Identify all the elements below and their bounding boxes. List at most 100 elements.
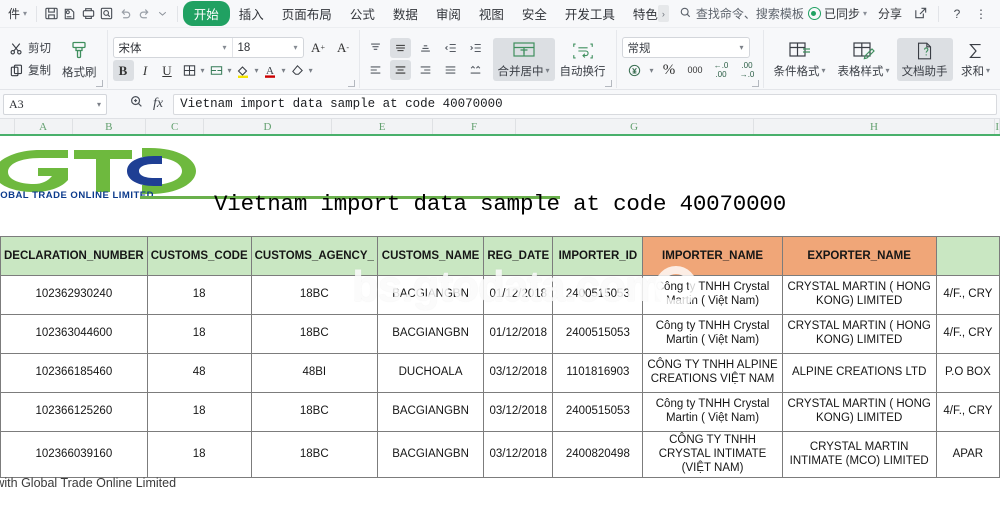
header-declaration-number[interactable]: DECLARATION_NUMBER (0, 236, 148, 276)
header-importer-id[interactable]: IMPORTER_ID (552, 236, 644, 276)
cell-customs-name[interactable]: DUCHOALA (376, 353, 485, 393)
align-right-button[interactable] (415, 60, 436, 80)
cell-importer-id[interactable]: 2400820498 (552, 430, 644, 479)
table-style-button[interactable]: 表格样式 ▾ (833, 38, 895, 81)
print-icon[interactable] (79, 3, 98, 25)
column-header-c[interactable]: C (146, 119, 205, 134)
sync-status-button[interactable]: 已同步 ▾ (804, 5, 871, 22)
font-family-input[interactable]: 宋体 (114, 40, 218, 56)
cell-declaration-number[interactable]: 102366185460 (0, 353, 148, 393)
header-exporter-name[interactable]: EXPORTER_NAME (781, 236, 937, 276)
cell-importer-name[interactable]: Công ty TNHH Crystal Martin ( Việt Nam) (642, 275, 783, 315)
header-customs-agency[interactable]: CUSTOMS_AGENCY_ (250, 236, 378, 276)
wrap-text-button[interactable]: 自动换行 (555, 38, 611, 81)
cell-reg-date[interactable]: 03/12/2018 (483, 392, 554, 432)
cell-exporter-name[interactable]: CRYSTAL MARTIN ( HONG KONG) LIMITED (781, 392, 937, 432)
overflow-menu-icon[interactable]: ⋮ (970, 3, 992, 25)
cell-importer-name[interactable]: CÔNG TY TNHH CRYSTAL INTIMATE (VIỆT NAM) (642, 430, 783, 479)
table-row[interactable]: 102366185460 48 48BI DUCHOALA 03/12/2018… (0, 353, 1000, 393)
conditional-format-button[interactable]: 条件格式 ▾ (769, 38, 831, 81)
table-row[interactable]: 102363044600 18 18BC BACGIANGBN 01/12/20… (0, 314, 1000, 354)
cell-declaration-number[interactable]: 102366039160 (0, 430, 148, 479)
italic-button[interactable]: I (135, 60, 156, 81)
tab-review[interactable]: 审阅 (427, 1, 470, 26)
chevron-down-icon[interactable]: ▾ (650, 66, 654, 75)
autosum-button[interactable]: 求和 ▾ (955, 38, 997, 81)
cell-importer-id[interactable]: 2400515053 (552, 392, 644, 432)
table-row[interactable]: 102362930240 18 18BC BACGIANGBN 01/12/20… (0, 275, 1000, 315)
cell-address[interactable]: P.O BOX (935, 353, 1000, 393)
font-dialog-launcher[interactable] (347, 80, 355, 87)
clear-format-button[interactable] (287, 60, 308, 81)
cell-customs-name[interactable]: BACGIANGBN (376, 430, 485, 479)
help-icon[interactable]: ? (946, 3, 968, 25)
tab-insert[interactable]: 插入 (230, 1, 273, 26)
header-importer-name[interactable]: IMPORTER_NAME (642, 236, 783, 276)
cell-address[interactable]: 4/F., CRY (935, 275, 1000, 315)
cell-exporter-name[interactable]: CRYSTAL MARTIN INTIMATE (MCO) LIMITED (781, 430, 937, 479)
cell-reg-date[interactable]: 01/12/2018 (483, 275, 554, 315)
comma-format-button[interactable]: 000 (685, 60, 706, 81)
format-painter-button[interactable]: 格式刷 (57, 37, 102, 82)
chevron-down-icon[interactable]: ▾ (218, 43, 232, 52)
cell-address[interactable]: APAR (935, 430, 1000, 479)
increase-decimal-button[interactable]: ←.0.00 (711, 60, 732, 81)
cell-declaration-number[interactable]: 102366125260 (0, 392, 148, 432)
cell-exporter-name[interactable]: CRYSTAL MARTIN ( HONG KONG) LIMITED (781, 314, 937, 354)
cell-importer-name[interactable]: Công ty TNHH Crystal Martin ( Việt Nam) (642, 314, 783, 354)
chevron-down-icon[interactable]: ▾ (289, 43, 303, 52)
tab-featured[interactable]: 特色 (624, 1, 660, 26)
cell-customs-agency[interactable]: 18BC (250, 392, 378, 432)
cell-declaration-number[interactable]: 102363044600 (0, 314, 148, 354)
column-header-h[interactable]: H (754, 119, 996, 134)
number-format-select[interactable]: 常规 ▾ (621, 37, 750, 58)
column-header-a[interactable]: A (15, 119, 73, 134)
align-bottom-button[interactable] (415, 38, 436, 58)
header-customs-name[interactable]: CUSTOMS_NAME (376, 236, 485, 276)
column-header-i[interactable]: I (995, 119, 1000, 134)
align-top-button[interactable] (365, 38, 386, 58)
print-preview-icon[interactable] (60, 3, 79, 25)
increase-indent-button[interactable] (465, 38, 486, 58)
text-direction-button[interactable] (465, 60, 486, 80)
cell-customs-agency[interactable]: 18BC (250, 430, 378, 479)
cell-customs-code[interactable]: 48 (146, 353, 252, 393)
name-box[interactable]: A3 ▾ (3, 93, 107, 115)
cell-customs-agency[interactable]: 18BC (250, 314, 378, 354)
align-middle-button[interactable] (389, 38, 411, 58)
cell-reg-date[interactable]: 03/12/2018 (483, 353, 554, 393)
chevron-down-icon[interactable]: ▾ (309, 66, 313, 75)
cell-customs-code[interactable]: 18 (146, 430, 252, 479)
chevron-down-icon[interactable]: ▾ (228, 66, 232, 75)
tab-overflow-button[interactable]: › (657, 5, 669, 22)
column-header-d[interactable]: D (204, 119, 332, 134)
magnifier-icon[interactable] (129, 94, 144, 114)
header-customs-code[interactable]: CUSTOMS_CODE (146, 236, 252, 276)
redo-icon[interactable] (135, 3, 154, 25)
cell-reg-date[interactable]: 01/12/2018 (483, 314, 554, 354)
tab-data[interactable]: 数据 (384, 1, 427, 26)
undo-icon[interactable] (116, 3, 135, 25)
cell-customs-code[interactable]: 18 (146, 275, 252, 315)
chevron-down-icon[interactable]: ▾ (255, 66, 259, 75)
cell-importer-name[interactable]: CÔNG TY TNHH ALPINE CREATIONS VIỆT NAM (642, 353, 783, 393)
table-row[interactable]: 102366039160 18 18BC BACGIANGBN 03/12/20… (0, 430, 1000, 479)
cell-importer-id[interactable]: 1101816903 (552, 353, 644, 393)
underline-button[interactable]: U (157, 60, 178, 81)
column-header-b[interactable]: B (73, 119, 147, 134)
tab-view[interactable]: 视图 (470, 1, 513, 26)
cell-importer-name[interactable]: Công ty TNHH Crystal Martin ( Việt Nam) (642, 392, 783, 432)
header-reg-date[interactable]: REG_DATE (483, 236, 554, 276)
number-dialog-launcher[interactable] (751, 80, 759, 87)
cell-reg-date[interactable]: 03/12/2018 (483, 430, 554, 479)
cell-declaration-number[interactable]: 102362930240 (0, 275, 148, 315)
cut-button[interactable]: 剪切 (5, 38, 55, 58)
collaborate-icon[interactable] (909, 3, 931, 25)
font-color-button[interactable]: A (260, 60, 281, 81)
cell-customs-name[interactable]: BACGIANGBN (376, 275, 485, 315)
decrease-font-size-button[interactable]: A- (333, 37, 354, 58)
align-center-button[interactable] (389, 60, 411, 80)
cell-exporter-name[interactable]: ALPINE CREATIONS LTD (781, 353, 937, 393)
find-icon[interactable] (98, 3, 117, 25)
currency-format-button[interactable] (624, 60, 645, 81)
